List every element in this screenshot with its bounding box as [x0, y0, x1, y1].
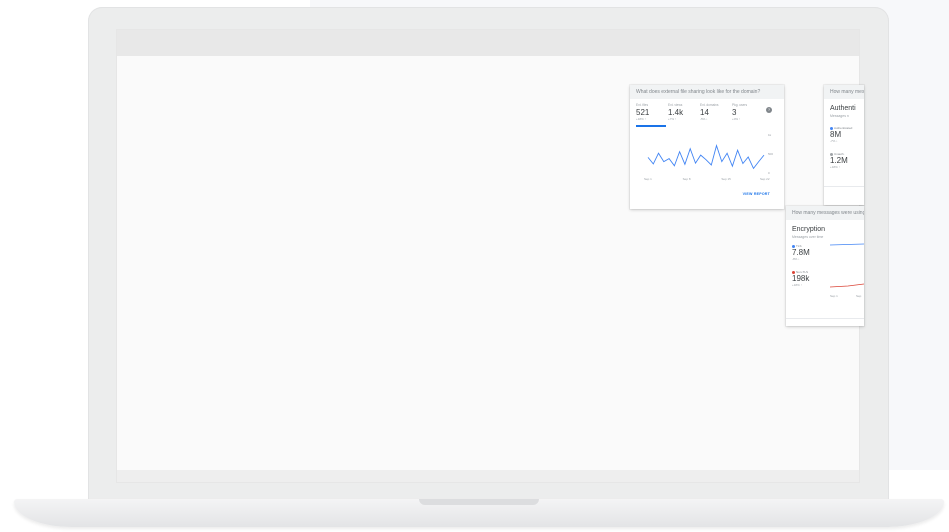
- tab-label: Ext. domains: [700, 103, 719, 107]
- y-tick-label: 1k: [768, 133, 772, 137]
- laptop-hinge-notch: [419, 499, 539, 505]
- card-subtitle: Messages over time: [792, 235, 824, 239]
- card-header: What does external file sharing look lik…: [630, 85, 784, 99]
- x-tick-label: Sep: [856, 294, 862, 298]
- tab-label: Pkg. users: [732, 103, 748, 107]
- card-title: Encryption: [792, 226, 826, 233]
- metric-change: +18% ↑: [830, 165, 841, 169]
- app-bottom-bar: [117, 470, 859, 482]
- help-icon[interactable]: ?: [766, 107, 772, 113]
- y-tick-label: 500: [768, 152, 773, 156]
- tab-value: 14: [700, 108, 709, 117]
- tab-label: Ext. files: [636, 103, 649, 107]
- file-sharing-line-chart: 1k 500 0 Sep 1 Sep 8 Sep 15 Sep 22: [644, 133, 773, 181]
- tab-change: +0% ↑: [732, 117, 741, 121]
- tab-change: +7% ↑: [668, 117, 677, 121]
- card-title: Authenti: [830, 105, 856, 112]
- metric-authenticated: Authenticated 8M -7% ↓: [830, 126, 852, 143]
- card-divider: [786, 318, 864, 319]
- metric-change: +18% ↑: [792, 283, 803, 287]
- laptop-base: [14, 499, 944, 527]
- metric-tabs: Ext. files 521 +18% ↑ Ext. views 1.4k +7…: [636, 103, 781, 125]
- x-tick-label: Sep 15: [721, 177, 731, 181]
- card-divider: [824, 186, 864, 187]
- metric-tls: TLS 7.8M -8% ↓: [792, 244, 810, 261]
- x-tick-label: Sep 1: [830, 294, 838, 298]
- metric-value: 198k: [792, 274, 810, 283]
- tls-series-line: [830, 243, 864, 246]
- tab-value: 521: [636, 108, 650, 117]
- metric-value: 8M: [830, 130, 842, 139]
- tab-ext-views[interactable]: Ext. views 1.4k +7% ↑: [668, 103, 698, 121]
- card-header: How many messages: [824, 85, 864, 99]
- y-tick-label: 0: [768, 171, 770, 175]
- series-line: [647, 144, 765, 170]
- tab-pkg-users[interactable]: Pkg. users 3 +0% ↑: [732, 103, 762, 121]
- card-subtitle: Messages n: [830, 114, 849, 118]
- app-top-bar: [117, 30, 859, 56]
- authentication-card: How many messages Authenti Messages n Au…: [824, 85, 864, 205]
- tab-change: +18% ↑: [636, 117, 647, 121]
- tab-ext-files[interactable]: Ext. files 521 +18% ↑: [636, 103, 666, 121]
- card-header: How many messages were using: [786, 206, 864, 220]
- metric-value: 1.2M: [830, 156, 848, 165]
- tab-ext-domains[interactable]: Ext. domains 14 -5% ↓: [700, 103, 730, 121]
- encryption-chart: Sep 1 Sep: [830, 243, 864, 298]
- encryption-card: How many messages were using Encryption …: [786, 206, 864, 326]
- file-sharing-card: What does external file sharing look lik…: [630, 85, 784, 209]
- non-tls-series-line: [830, 283, 864, 288]
- metric-unauthenticated: Unauth. 1.2M +18% ↑: [830, 152, 848, 169]
- tab-value: 1.4k: [668, 108, 684, 117]
- metric-change: -7% ↓: [830, 139, 838, 143]
- active-tab-indicator: [636, 125, 666, 127]
- x-tick-label: Sep 1: [644, 177, 652, 181]
- metric-non-tls: Non-TLS 198k +18% ↑: [792, 270, 809, 287]
- tab-change: -5% ↓: [700, 117, 708, 121]
- view-report-link[interactable]: VIEW REPORT: [743, 192, 770, 196]
- x-tick-label: Sep 22: [760, 177, 770, 181]
- metric-change: -8% ↓: [792, 257, 800, 261]
- tab-value: 3: [732, 108, 737, 117]
- tab-label: Ext. views: [668, 103, 683, 107]
- x-tick-label: Sep 8: [683, 177, 691, 181]
- metric-value: 7.8M: [792, 248, 810, 257]
